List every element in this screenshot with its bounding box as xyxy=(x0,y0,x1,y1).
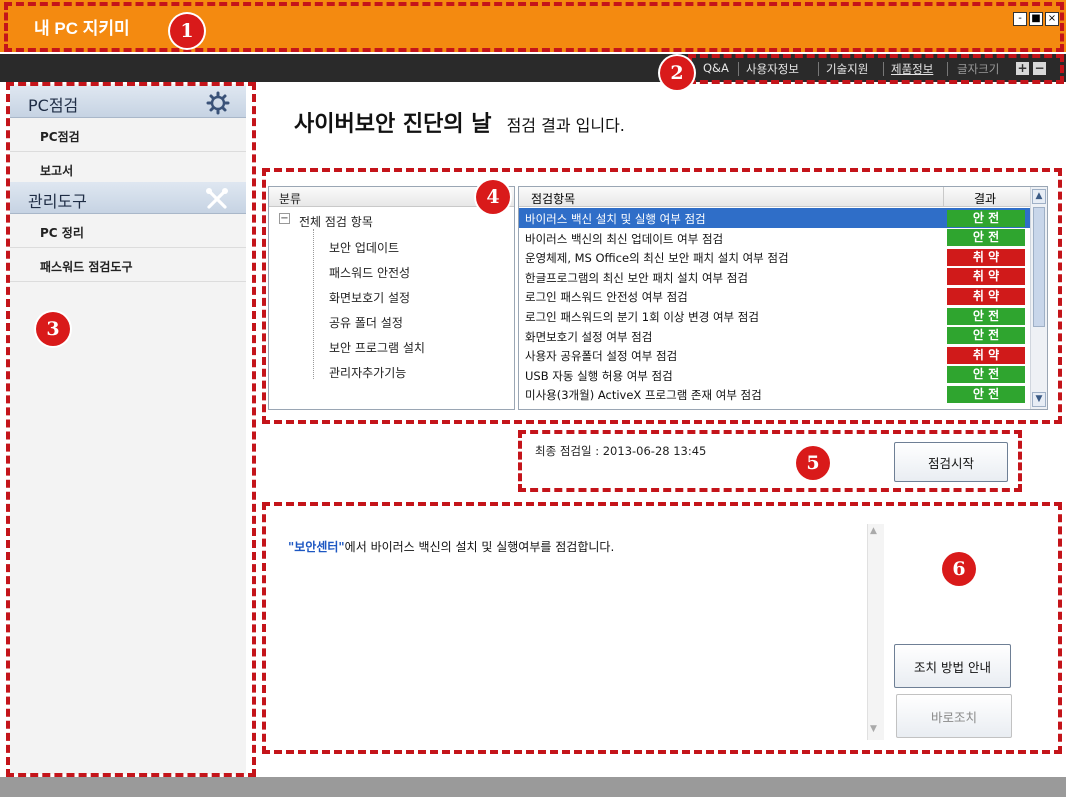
page-title-main: 사이버보안 진단의 날 xyxy=(294,112,492,137)
marker-6: 6 xyxy=(942,552,976,586)
sidebar-item-label: 패스워드 점검도구 xyxy=(40,260,133,274)
page-title-sub: 점검 결과 입니다. xyxy=(506,116,625,135)
table-row[interactable]: 로그인 패스워드 안전성 여부 점검 취 약 xyxy=(519,286,1031,306)
marker-4: 4 xyxy=(476,180,510,214)
nav-tech-support[interactable]: 기술지원 xyxy=(826,61,868,77)
status-badge: 취 약 xyxy=(947,287,1025,305)
scroll-up-icon[interactable]: ▲ xyxy=(870,526,877,536)
results-table: 점검항목 결과 바이러스 백신 설치 및 실행 여부 점검 안 전 바이러스 백신의… xyxy=(518,186,1048,410)
row-item-text: 바이러스 백신의 최신 업데이트 여부 점검 xyxy=(525,231,724,246)
app-title: 내 PC 지키미 xyxy=(34,19,130,38)
nav-product-info[interactable]: 제품정보 xyxy=(891,61,933,77)
close-button[interactable]: × xyxy=(1045,12,1059,26)
tree-item-security-update[interactable]: 보안 업데이트 xyxy=(329,239,399,256)
results-scrollbar[interactable]: ▲ ▼ xyxy=(1030,187,1047,409)
sidebar-item-pc-check[interactable]: PC점검 xyxy=(10,118,246,152)
status-badge: 취 약 xyxy=(947,268,1025,286)
status-badge: 안 전 xyxy=(947,307,1025,325)
category-tree: 분류 − 전체 점검 항목 보안 업데이트 패스워드 안전성 화면보호기 설정 … xyxy=(268,186,515,410)
sidebar-item-label: 보고서 xyxy=(40,164,74,178)
table-row[interactable]: 운영체제, MS Office의 최신 보안 패치 설치 여부 점검 취 약 xyxy=(519,247,1031,267)
row-item-text: 운영체제, MS Office의 최신 보안 패치 설치 여부 점검 xyxy=(525,251,789,266)
results-header: 점검항목 결과 xyxy=(519,187,1031,207)
sidebar-section-admin-tools: 관리도구 xyxy=(10,182,246,214)
marker-5: 5 xyxy=(796,446,830,480)
header-result: 결과 xyxy=(974,192,997,206)
tree-item-security-program[interactable]: 보안 프로그램 설치 xyxy=(329,339,425,356)
sidebar-section-title: PC점검 xyxy=(28,96,79,115)
row-item-text: 로그인 패스워드의 분기 1회 이상 변경 여부 점검 xyxy=(525,310,759,324)
status-badge: 안 전 xyxy=(947,209,1025,227)
row-item-text: 바이러스 백신 설치 및 실행 여부 점검 xyxy=(525,212,706,226)
status-badge: 안 전 xyxy=(947,327,1025,345)
status-badge: 안 전 xyxy=(947,366,1025,384)
top-nav-bar: Q&A 사용자정보 기술지원 제품정보 글자크기 + − xyxy=(0,54,1066,82)
marker-2: 2 xyxy=(660,56,694,90)
description-text: "보안센터"에서 바이러스 백신의 설치 및 실행여부를 점검합니다. xyxy=(288,538,614,555)
fix-now-button[interactable]: 바로조치 xyxy=(896,694,1012,738)
start-check-button[interactable]: 점검시작 xyxy=(894,442,1008,482)
maximize-button[interactable]: ■ xyxy=(1029,12,1043,26)
sidebar-item-label: PC 정리 xyxy=(40,226,84,240)
marker-3: 3 xyxy=(36,312,70,346)
tools-icon xyxy=(206,188,228,209)
sidebar-item-report[interactable]: 보고서 xyxy=(10,152,246,186)
guide-button[interactable]: 조치 방법 안내 xyxy=(894,644,1011,688)
sidebar-item-pc-cleanup[interactable]: PC 정리 xyxy=(10,214,246,248)
font-increase-button[interactable]: + xyxy=(1016,62,1029,75)
status-bar xyxy=(0,777,1066,797)
font-size-label: 글자크기 xyxy=(957,62,1000,76)
table-row[interactable]: 미사용(3개월) ActiveX 프로그램 존재 여부 점검 안 전 xyxy=(519,384,1031,404)
table-row[interactable]: USB 자동 실행 허용 여부 점검 안 전 xyxy=(519,365,1031,385)
table-row[interactable]: 바이러스 백신의 최신 업데이트 여부 점검 안 전 xyxy=(519,228,1031,248)
row-item-text: 미사용(3개월) ActiveX 프로그램 존재 여부 점검 xyxy=(525,388,762,403)
status-badge: 안 전 xyxy=(947,229,1025,247)
status-badge: 안 전 xyxy=(947,385,1025,403)
last-check-date: 최종 점검일 : 2013-06-28 13:45 xyxy=(535,444,707,458)
minimize-button[interactable]: - xyxy=(1013,12,1027,26)
table-row[interactable]: 한글프로그램의 최신 보안 패치 설치 여부 점검 취 약 xyxy=(519,267,1031,287)
row-item-text: 사용자 공유폴더 설정 여부 점검 xyxy=(525,349,678,364)
sidebar-section-title: 관리도구 xyxy=(28,192,87,211)
sidebar-item-password-tool[interactable]: 패스워드 점검도구 xyxy=(10,248,246,282)
sidebar: PC점검 PC점검 보고서 관리도구 PC 정리 패스워드 점검도구 xyxy=(10,84,246,774)
status-badge: 취 약 xyxy=(947,248,1025,266)
row-item-text: 화면보호기 설정 여부 점검 xyxy=(525,329,653,344)
table-row[interactable]: 바이러스 백신 설치 및 실행 여부 점검 안 전 xyxy=(519,208,1031,228)
collapse-icon[interactable]: − xyxy=(279,213,290,224)
title-bar: 내 PC 지키미 - ■ × xyxy=(0,0,1066,52)
description-scrollbar[interactable]: ▲ ▼ xyxy=(867,524,884,740)
page-title: 사이버보안 진단의 날 점검 결과 입니다. xyxy=(294,106,625,138)
sidebar-section-pc-check: PC점검 xyxy=(10,86,246,118)
description-panel: "보안센터"에서 바이러스 백신의 설치 및 실행여부를 점검합니다. xyxy=(270,512,885,742)
row-item-text: 한글프로그램의 최신 보안 패치 설치 여부 점검 xyxy=(525,270,748,285)
tree-item-password-safety[interactable]: 패스워드 안전성 xyxy=(329,264,410,281)
header-item: 점검항목 xyxy=(531,192,576,206)
tree-item-screensaver[interactable]: 화면보호기 설정 xyxy=(329,289,410,306)
marker-1: 1 xyxy=(170,14,204,48)
table-row[interactable]: 화면보호기 설정 여부 점검 안 전 xyxy=(519,326,1031,346)
scroll-up-icon[interactable]: ▲ xyxy=(1032,189,1046,204)
description-highlight: "보안센터" xyxy=(288,540,345,554)
scroll-down-icon[interactable]: ▼ xyxy=(1032,392,1046,407)
font-decrease-button[interactable]: − xyxy=(1033,62,1046,75)
tree-item-admin-feature[interactable]: 관리자추가기능 xyxy=(329,364,406,381)
nav-user-info[interactable]: 사용자정보 xyxy=(746,61,799,77)
tree-item-shared-folder[interactable]: 공유 폴더 설정 xyxy=(329,314,403,331)
tree-root[interactable]: 전체 점검 항목 xyxy=(299,213,373,230)
nav-qna[interactable]: Q&A xyxy=(703,61,729,75)
gear-icon xyxy=(206,91,230,115)
sidebar-item-label: PC점검 xyxy=(40,130,80,144)
row-item-text: 로그인 패스워드 안전성 여부 점검 xyxy=(525,290,688,305)
scroll-down-icon[interactable]: ▼ xyxy=(870,724,877,734)
status-badge: 취 약 xyxy=(947,346,1025,364)
table-row[interactable]: 로그인 패스워드의 분기 1회 이상 변경 여부 점검 안 전 xyxy=(519,306,1031,326)
table-row[interactable]: 사용자 공유폴더 설정 여부 점검 취 약 xyxy=(519,345,1031,365)
scroll-thumb[interactable] xyxy=(1033,207,1045,327)
row-item-text: USB 자동 실행 허용 여부 점검 xyxy=(525,368,673,383)
description-body: 에서 바이러스 백신의 설치 및 실행여부를 점검합니다. xyxy=(344,540,615,554)
